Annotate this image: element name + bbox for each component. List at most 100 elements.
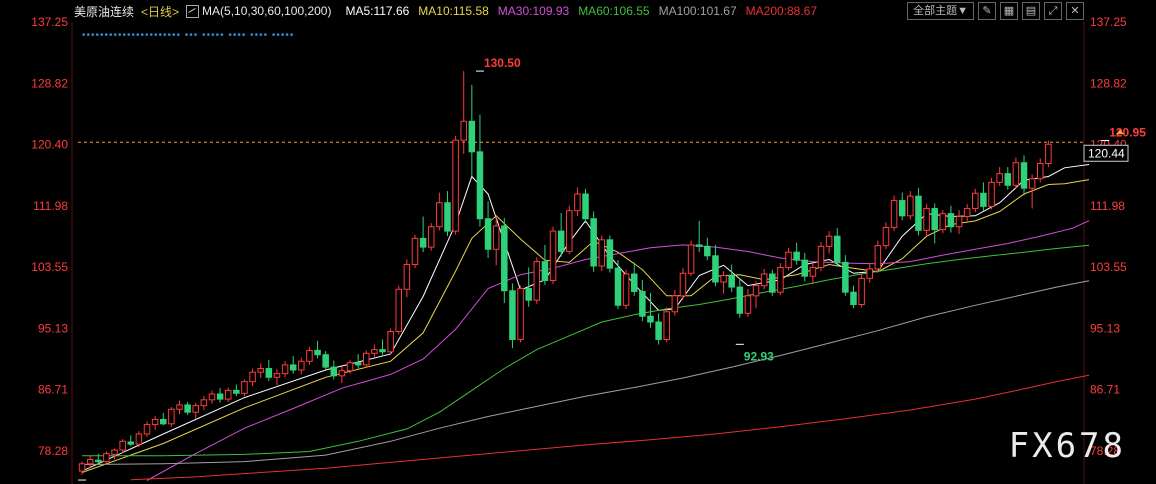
candle-body-107 [947,213,955,228]
annotation-label-1: 92.93 [744,349,774,363]
candle-body-17 [216,393,224,400]
candle-body-72 [663,311,670,340]
grid-layout-icon[interactable]: ▦ [1000,2,1018,20]
candle-body-14 [192,405,200,413]
symbol-title: 美原油连续 [74,4,135,19]
y-tick-left-6: 86.71 [38,383,68,397]
candle-body-91 [817,245,825,268]
candle-body-103 [915,195,922,231]
candle-body-73 [671,295,679,313]
candle-body-106 [939,213,947,231]
ma-value-5: MA200:88.67 [745,4,818,18]
annotation-label-3: 120.95 [1109,126,1146,140]
ma-value-1: MA10:115.58 [418,4,489,18]
y-tick-right-5: 95.13 [1090,321,1120,335]
candle-body-39 [395,288,403,332]
candle-body-77 [704,245,711,257]
candle-body-66 [614,267,622,306]
candle-body-59 [557,230,565,252]
candle-body-15 [200,399,208,407]
candle-body-46 [452,139,459,232]
ma-params: MA(5,10,30,60,100,200) [202,3,332,18]
ma-line-ma200 [130,374,1090,481]
candle-body-100 [890,200,898,228]
ma-settings[interactable]: MA(5,10,30,60,100,200) [186,3,338,19]
candle-body-27 [298,360,305,371]
candle-body-95 [850,291,857,306]
candle-body-12 [176,404,183,410]
price-tag-label: 120.44 [1088,146,1125,160]
candle-body-0 [78,463,86,472]
y-tick-left-4: 103.55 [31,260,68,274]
candle-body-63 [590,218,597,267]
candle-body-61 [574,193,581,212]
candle-body-32 [338,370,346,377]
indicator-dots: •••••••••••••••••••••• ••• ••••• •••• ••… [82,30,295,41]
candle-body-85 [769,273,776,293]
candle-body-5 [119,440,126,451]
candle-body-67 [622,273,630,306]
candle-body-109 [963,208,971,218]
candlestick-chart: 137.25 137.25128.82 128.82120.40 120.40111.… [31,15,1146,484]
candle-body-71 [655,321,662,340]
candle-body-108 [955,216,963,228]
candle-body-83 [752,285,760,297]
candle-body-90 [809,266,817,277]
y-tick-left-2: 120.40 [31,138,68,152]
period-selector[interactable]: <日线> [141,3,179,20]
candle-body-31 [330,366,338,377]
candle-body-102 [907,195,914,217]
window-layout-icon[interactable]: ▤ [1022,2,1040,20]
topic-dropdown[interactable]: 全部主题▼ [907,2,974,20]
candle-body-92 [825,235,833,247]
candle-body-82 [744,295,752,314]
candle-body-110 [972,192,979,210]
y-tick-left-1: 128.82 [31,76,68,90]
candle-body-33 [346,362,354,372]
candle-body-40 [403,264,411,290]
candle-body-47 [460,120,467,141]
candle-body-9 [151,418,159,426]
candle-body-36 [371,349,378,354]
candle-body-93 [833,235,841,263]
y-tick-right-4: 103.55 [1090,260,1127,274]
candle-body-119 [1045,143,1052,164]
candle-body-101 [898,200,906,217]
candle-body-84 [760,273,768,287]
candle-body-11 [168,408,175,425]
close-icon[interactable]: ✕ [1066,2,1084,20]
candle-body-60 [566,210,573,252]
candle-body-57 [541,261,549,282]
candle-body-4 [111,449,118,455]
candle-body-97 [866,268,873,279]
candle-body-55 [525,288,532,301]
candle-body-114 [1004,173,1012,186]
candle-body-115 [1012,162,1020,186]
fullscreen-icon[interactable]: ⤢ [1044,2,1062,20]
watermark-logo: FX678 [1008,426,1126,466]
candle-body-48 [468,120,476,153]
y-tick-left-3: 111.98 [33,199,68,213]
candle-body-88 [793,251,800,261]
candle-body-74 [679,272,687,297]
ma-line-ma10 [81,179,1090,473]
draw-tool-icon[interactable]: ✎ [978,2,996,20]
candle-body-1 [86,458,94,465]
candle-body-42 [419,237,427,248]
candle-body-87 [785,251,792,268]
candle-body-89 [801,259,809,277]
ma-line-ma30 [146,220,1090,481]
ma-values: MA5:117.66 MA10:115.58 MA30:109.93 MA60:106… [345,4,826,18]
candle-body-43 [427,226,435,248]
candle-body-62 [582,193,589,220]
candle-body-76 [695,244,703,247]
candle-body-116 [1020,162,1028,189]
candle-body-28 [306,349,313,362]
candle-body-69 [639,290,646,317]
candle-body-79 [720,274,727,283]
candle-body-16 [208,393,216,401]
candle-body-21 [249,371,256,383]
candle-body-10 [160,418,167,425]
candle-body-37 [379,349,386,353]
candle-body-96 [858,277,865,306]
